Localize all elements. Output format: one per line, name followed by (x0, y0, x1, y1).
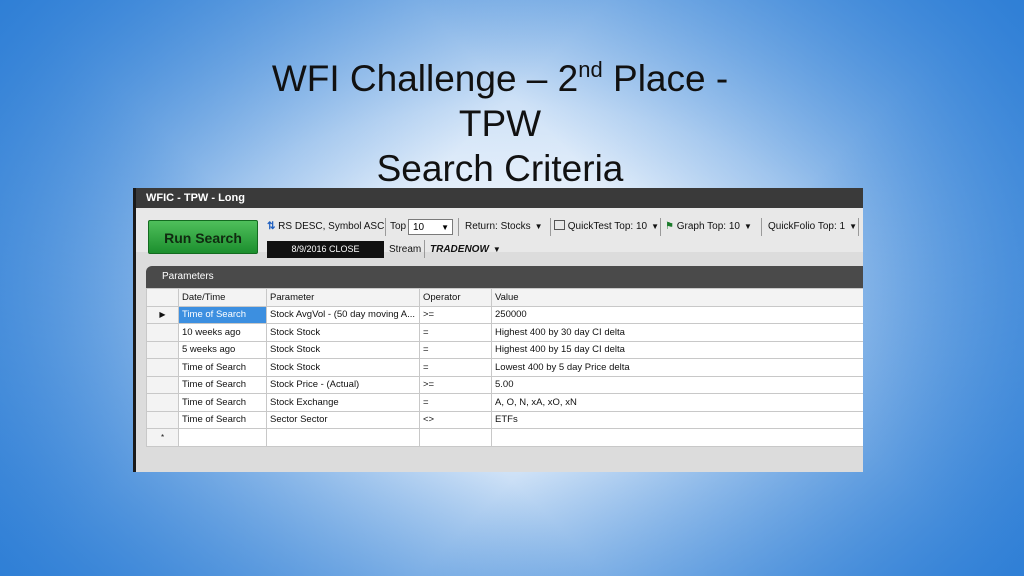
table-cell[interactable]: ETFs (491, 410, 863, 429)
sort-label: RS DESC, Symbol ASC (278, 221, 385, 232)
column-header-datetime[interactable]: Date/Time (178, 288, 267, 307)
new-row-marker: * (146, 428, 179, 447)
column-header-value[interactable]: Value (491, 288, 863, 307)
table-cell[interactable]: Time of Search (178, 375, 267, 394)
table-cell[interactable]: Highest 400 by 15 day CI delta (491, 340, 863, 359)
window-title: WFIC - TPW - Long (136, 188, 863, 208)
parameters-grid: Date/Time Parameter Operator Value ▶ Tim… (146, 288, 863, 447)
title-sup: nd (578, 57, 603, 82)
table-cell[interactable]: = (419, 323, 492, 342)
table-cell[interactable]: Stock Exchange (266, 393, 420, 412)
table-cell[interactable]: Time of Search (178, 393, 267, 412)
slide-title: WFI Challenge – 2nd Place - TPW Search C… (200, 56, 800, 191)
table-row[interactable]: ▶ Time of Search Stock AvgVol - (50 day … (146, 305, 863, 324)
toolbar-separator (858, 218, 859, 236)
table-row[interactable]: Time of Search Stock Price - (Actual) >=… (146, 375, 863, 394)
row-header-corner (146, 288, 179, 307)
quickfolio-dropdown[interactable]: QuickFolio Top: 1 ▼ (768, 219, 857, 235)
graph-dropdown[interactable]: ⚑ Graph Top: 10 ▼ (665, 219, 752, 235)
title-line3: Search Criteria (376, 148, 624, 189)
toolbar-separator (660, 218, 661, 236)
table-cell[interactable]: >= (419, 375, 492, 394)
chevron-down-icon: ▼ (849, 222, 857, 231)
return-label: Return: Stocks (465, 221, 531, 232)
table-row[interactable]: Time of Search Sector Sector <> ETFs (146, 410, 863, 429)
chevron-down-icon: ▼ (534, 222, 543, 231)
row-header (146, 323, 179, 342)
return-dropdown[interactable]: Return: Stocks ▼ (465, 219, 543, 235)
table-cell[interactable]: 250000 (491, 305, 863, 324)
top-select[interactable]: 10 ▼ (408, 219, 453, 235)
quickfolio-label: QuickFolio Top: 1 (768, 221, 846, 232)
current-row-marker: ▶ (146, 305, 179, 324)
table-row[interactable]: Time of Search Stock Exchange = A, O, N,… (146, 393, 863, 412)
table-cell[interactable]: Sector Sector (266, 410, 420, 429)
chevron-down-icon: ▼ (441, 223, 449, 232)
table-cell[interactable]: Highest 400 by 30 day CI delta (491, 323, 863, 342)
table-cell[interactable]: 10 weeks ago (178, 323, 267, 342)
table-cell[interactable]: = (419, 393, 492, 412)
chevron-down-icon: ▼ (651, 222, 660, 231)
table-row[interactable]: Time of Search Stock Stock = Lowest 400 … (146, 358, 863, 377)
table-cell[interactable]: >= (419, 305, 492, 324)
table-cell[interactable]: Lowest 400 by 5 day Price delta (491, 358, 863, 377)
toolbar-separator (385, 218, 386, 236)
grid-header-row: Date/Time Parameter Operator Value (146, 288, 863, 307)
run-search-button[interactable]: Run Search (148, 220, 258, 254)
table-cell[interactable]: Stock Stock (266, 358, 420, 377)
table-cell[interactable]: Time of Search (178, 358, 267, 377)
toolbar-separator (424, 240, 425, 258)
tradenow-dropdown[interactable]: TRADENOW ▼ (430, 241, 501, 258)
table-cell[interactable]: Stock Stock (266, 323, 420, 342)
toolbar-separator (761, 218, 762, 236)
chevron-down-icon: ▼ (492, 245, 501, 254)
parameters-panel-header: Parameters (146, 266, 863, 288)
column-header-parameter[interactable]: Parameter (266, 288, 420, 307)
table-cell[interactable] (419, 428, 492, 447)
new-row[interactable]: * (146, 428, 863, 447)
table-cell[interactable]: Time of Search (178, 305, 267, 324)
column-header-operator[interactable]: Operator (419, 288, 492, 307)
table-cell[interactable]: Stock Stock (266, 340, 420, 359)
table-cell[interactable]: Stock AvgVol - (50 day moving A... (266, 305, 420, 324)
table-cell[interactable] (178, 428, 267, 447)
sort-button[interactable]: ⇅ RS DESC, Symbol ASC (267, 219, 384, 235)
title-line1-post: Place - (602, 58, 729, 99)
table-cell[interactable]: = (419, 358, 492, 377)
table-cell[interactable]: 5.00 (491, 375, 863, 394)
chevron-down-icon: ▼ (743, 222, 752, 231)
quicktest-label: QuickTest Top: 10 (567, 221, 648, 232)
table-cell[interactable]: 5 weeks ago (178, 340, 267, 359)
table-cell[interactable]: = (419, 340, 492, 359)
title-line1-pre: WFI Challenge – 2 (271, 58, 579, 99)
graph-label: Graph Top: 10 (676, 221, 740, 232)
title-line2: TPW (458, 103, 542, 144)
app-window: WFIC - TPW - Long Run Search ⇅ RS DESC, … (133, 188, 863, 472)
graph-flag-icon: ⚑ (665, 221, 674, 232)
row-header (146, 410, 179, 429)
quicktest-icon (554, 220, 565, 230)
row-header (146, 375, 179, 394)
sort-icon: ⇅ (267, 221, 276, 232)
table-cell[interactable] (266, 428, 420, 447)
table-cell[interactable]: <> (419, 410, 492, 429)
row-header (146, 393, 179, 412)
table-row[interactable]: 10 weeks ago Stock Stock = Highest 400 b… (146, 323, 863, 342)
date-display: 8/9/2016 CLOSE (267, 241, 384, 258)
table-row[interactable]: 5 weeks ago Stock Stock = Highest 400 by… (146, 340, 863, 359)
table-cell[interactable]: A, O, N, xA, xO, xN (491, 393, 863, 412)
stream-button[interactable]: Stream (389, 241, 421, 258)
top-label: Top (390, 221, 407, 232)
toolbar-separator (458, 218, 459, 236)
tradenow-logo: TRADENOW (430, 244, 489, 255)
table-cell[interactable]: Time of Search (178, 410, 267, 429)
toolbar-separator (550, 218, 551, 236)
table-cell[interactable]: Stock Price - (Actual) (266, 375, 420, 394)
row-header (146, 340, 179, 359)
quicktest-dropdown[interactable]: QuickTest Top: 10 ▼ (554, 219, 659, 235)
row-header (146, 358, 179, 377)
top-value: 10 (413, 222, 425, 233)
table-cell[interactable] (491, 428, 863, 447)
